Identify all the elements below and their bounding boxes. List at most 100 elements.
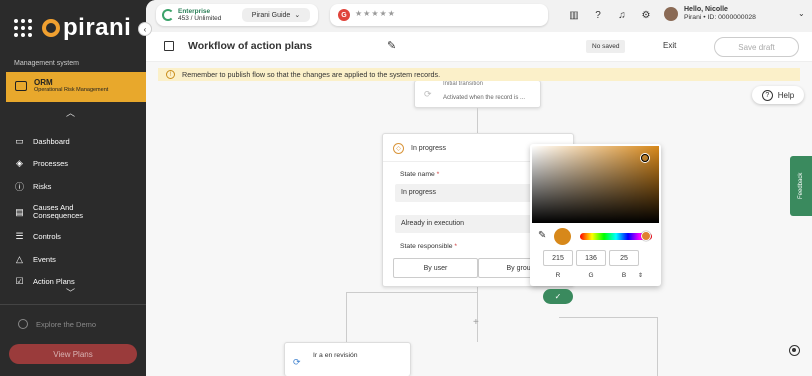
eyedropper-icon[interactable]: ✎ (538, 230, 546, 241)
node-title: Initial transition (443, 81, 484, 87)
pirani-guide-dropdown[interactable]: Pirani Guide ⌄ (242, 8, 310, 22)
connector-line (346, 292, 347, 342)
sidebar-item-risks[interactable]: ⓘ Risks (14, 175, 140, 198)
sidebar-item-events[interactable]: △ Events (14, 248, 140, 271)
module-title: ORM (34, 78, 53, 87)
connector-line (477, 108, 478, 133)
warning-triangle-icon: △ (16, 253, 23, 264)
connector-line (657, 317, 658, 376)
g2-logo-icon: G (338, 9, 350, 21)
transition-node[interactable]: ⟳ Ir a en revisión (284, 342, 411, 376)
explore-demo-label: Explore the Demo (36, 319, 97, 329)
sidebar-item-label: Action Plans (33, 277, 75, 287)
rating-stars[interactable]: ★★★★★ (355, 9, 396, 18)
connector-line (477, 287, 478, 342)
sidebar-item-label: Processes (33, 159, 69, 169)
sidebar-item-label: Controls (33, 232, 61, 242)
alert-circle-icon: ⓘ (14, 181, 24, 192)
connector-line (559, 317, 657, 318)
green-input[interactable]: 136 (576, 250, 606, 266)
guide-label: Pirani Guide (251, 11, 291, 19)
document-icon: ▤ (15, 206, 24, 217)
module-selector-orm[interactable]: ORM Operational Risk Management (6, 72, 154, 102)
sidebar-item-controls[interactable]: ☰ Controls (14, 226, 140, 249)
confirm-button[interactable]: ✓ (543, 289, 573, 304)
sidebar-item-dashboard[interactable]: ▭ Dashboard (14, 130, 140, 153)
sidebar-item-action-plans[interactable]: ☑ Action Plans (14, 271, 140, 294)
help-icon: ? (761, 89, 773, 101)
view-plans-button[interactable]: View Plans (9, 344, 137, 364)
blue-input[interactable]: 25 (609, 250, 639, 266)
refresh-icon: ⟳ (293, 357, 301, 367)
user-menu[interactable]: Hello, Nicolle Pirani • ID: 0000000028 (664, 6, 756, 22)
help-button[interactable]: ? Help (752, 86, 804, 104)
state-name-label: State name * (400, 171, 440, 178)
add-node-icon[interactable]: + (473, 317, 479, 328)
connector-line (346, 292, 477, 293)
chevron-down-icon[interactable]: ﹀ (66, 286, 75, 299)
saturation-area[interactable] (532, 146, 659, 223)
state-icon: ◇ (393, 143, 404, 154)
color-swatch (554, 228, 571, 245)
plan-usage: 453 / Unlimited (178, 15, 222, 22)
user-id: Pirani • ID: 0000000028 (684, 14, 756, 21)
main-area: Enterprise 453 / Unlimited Pirani Guide … (146, 0, 812, 376)
module-icon (15, 81, 27, 91)
save-draft-button[interactable]: Save draft (714, 37, 799, 57)
layers-icon: ◈ (16, 158, 23, 169)
plan-pill: Enterprise 453 / Unlimited Pirani Guide … (156, 4, 318, 26)
help-circle-icon[interactable]: ? (592, 9, 604, 21)
status-badge: No saved (586, 40, 626, 53)
by-user-button[interactable]: By user (393, 258, 478, 278)
feedback-tab[interactable]: Feedback (790, 156, 812, 216)
sidebar-item-causes[interactable]: ▤ Causes And Consequences (14, 198, 140, 226)
workflow-icon (164, 41, 174, 51)
alert-icon: ! (166, 70, 175, 79)
blue-label: B (621, 272, 627, 279)
state-title: In progress (411, 145, 447, 152)
management-system-label: Management system (14, 60, 79, 67)
state-responsible-label: State responsible * (400, 243, 458, 250)
sidebar-item-label: Causes And Consequences (33, 202, 84, 220)
building-icon[interactable]: ▥ (568, 9, 580, 21)
node-description: Activated when the record is ... (443, 95, 526, 101)
sidebar-item-processes[interactable]: ◈ Processes (14, 153, 140, 176)
checkbox-icon: ☑ (15, 276, 24, 287)
red-input[interactable]: 215 (543, 250, 573, 266)
sliders-icon: ☰ (15, 231, 24, 242)
collapse-sidebar-button[interactable]: ‹ (138, 22, 152, 36)
gear-icon[interactable]: ⚙ (640, 9, 652, 21)
logo-text: pirani (63, 14, 132, 41)
top-bar: Enterprise 453 / Unlimited Pirani Guide … (146, 0, 812, 32)
sidebar-nav: ▭ Dashboard ◈ Processes ⓘ Risks ▤ Causes… (14, 130, 140, 293)
workflow-header: Workflow of action plans ✎ No saved Exit… (146, 32, 812, 62)
green-label: G (588, 272, 594, 279)
chevron-down-icon[interactable]: ⌄ (798, 9, 805, 18)
refresh-icon: ⟳ (424, 89, 432, 99)
exit-button[interactable]: Exit (663, 41, 676, 50)
user-name: Hello, Nicolle (684, 6, 728, 13)
explore-demo-link[interactable]: Explore the Demo (18, 319, 96, 329)
red-label: R (555, 272, 561, 279)
color-picker: ✎ 215 136 25 R G B ⇕ (530, 144, 661, 286)
sidebar-item-label: Events (33, 254, 56, 264)
hue-handle[interactable] (641, 231, 651, 241)
rating-pill[interactable]: G ★★★★★ (330, 4, 548, 26)
record-icon[interactable] (789, 345, 800, 356)
apps-grid-icon[interactable] (14, 19, 32, 37)
saturation-handle[interactable] (641, 154, 649, 162)
page-title: Workflow of action plans (188, 40, 313, 52)
feedback-label: Feedback (798, 172, 804, 200)
plan-name: Enterprise (178, 8, 211, 15)
sidebar-item-label: Risks (33, 181, 52, 191)
alert-message: Remember to publish flow so that the cha… (182, 70, 441, 79)
sidebar-divider (0, 304, 146, 305)
initial-transition-node[interactable]: Initial transition ⟳ Activated when the … (414, 80, 541, 108)
bell-icon[interactable]: ♫ (616, 9, 628, 21)
plan-logo-icon (162, 9, 174, 21)
pirani-logo[interactable]: pirani (14, 14, 131, 42)
user-info: Hello, Nicolle Pirani • ID: 0000000028 (684, 6, 756, 22)
pencil-icon[interactable]: ✎ (387, 39, 396, 52)
chevron-up-icon[interactable]: ︿ (66, 106, 75, 119)
format-toggle-icon[interactable]: ⇕ (638, 272, 643, 279)
